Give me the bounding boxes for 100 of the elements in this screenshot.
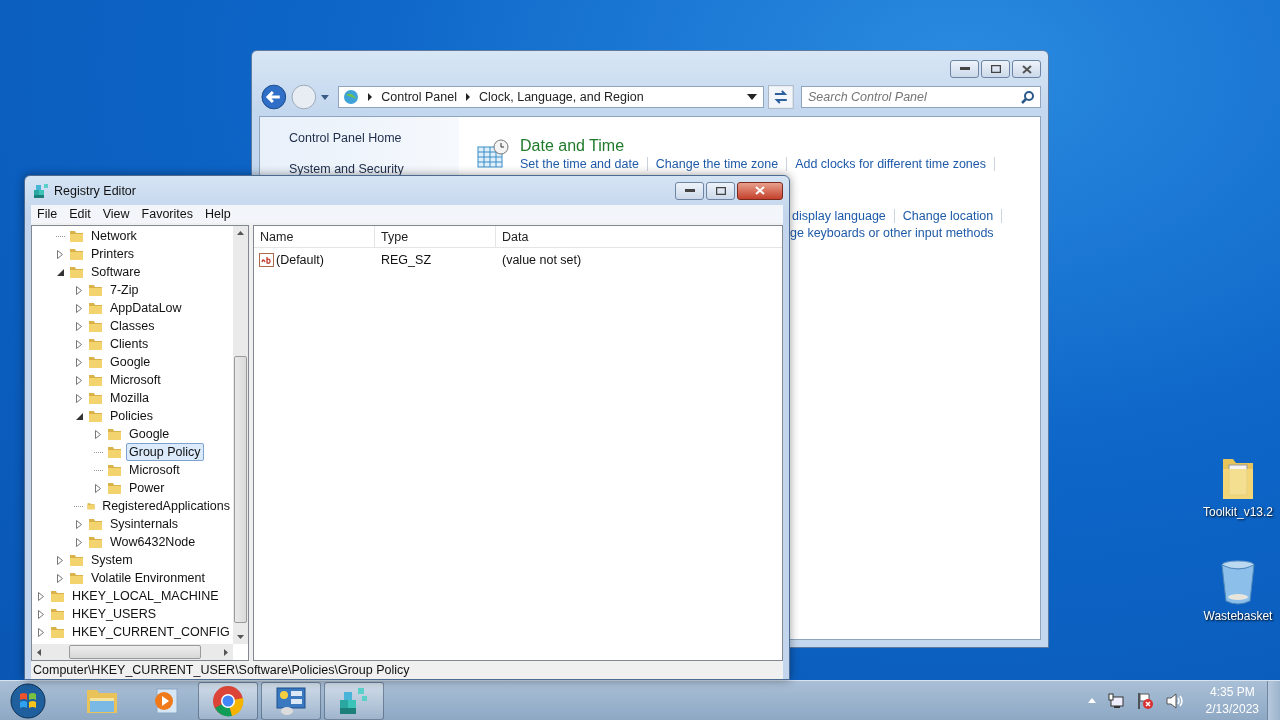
dropdown-icon[interactable] — [747, 94, 758, 100]
scroll-thumb[interactable] — [234, 356, 247, 623]
breadcrumb[interactable]: Control Panel — [381, 90, 457, 104]
caret-icon[interactable] — [320, 93, 331, 101]
breadcrumb[interactable]: Clock, Language, and Region — [479, 90, 644, 104]
browser-icon[interactable] — [212, 684, 244, 717]
scroll-left-icon[interactable] — [37, 648, 41, 656]
minimize-button[interactable] — [950, 60, 979, 78]
show-desktop-button[interactable] — [1267, 680, 1280, 720]
sidebar-link[interactable]: Control Panel Home — [289, 131, 459, 145]
collapsed-arrow-icon[interactable] — [76, 321, 82, 331]
minimize-button[interactable] — [675, 181, 704, 200]
tree-item[interactable]: Policies — [107, 407, 157, 425]
chevron-icon[interactable] — [367, 93, 374, 101]
taskbar-button[interactable] — [324, 681, 384, 720]
link[interactable]: ge keyboards or other input methods — [790, 226, 994, 240]
horizontal-scrollbar[interactable] — [32, 644, 233, 660]
vertical-scrollbar[interactable] — [233, 226, 248, 644]
desktop-icon-label[interactable]: Toolkit_v13.2 — [1202, 505, 1273, 519]
collapsed-arrow-icon[interactable] — [95, 483, 101, 493]
address-bar[interactable]: Control Panel Clock, Language, and Region — [338, 86, 765, 108]
tree-item[interactable]: Printers — [88, 245, 138, 263]
collapsed-arrow-icon[interactable] — [38, 591, 44, 601]
column-header[interactable]: Name — [254, 226, 375, 247]
taskbar-button[interactable] — [198, 681, 258, 720]
tree-item[interactable]: Software — [88, 263, 144, 281]
tree-item[interactable]: Google — [126, 425, 173, 443]
minimize-icon[interactable] — [959, 67, 970, 71]
close-button[interactable] — [737, 181, 783, 200]
expanded-arrow-icon[interactable] — [56, 268, 64, 276]
tree-item[interactable]: Google — [107, 353, 154, 371]
sidebar-link[interactable]: System and Security — [289, 162, 459, 176]
scroll-right-icon[interactable] — [224, 648, 228, 656]
collapsed-arrow-icon[interactable] — [57, 555, 63, 565]
tree-item[interactable]: System — [88, 551, 136, 569]
close-button[interactable] — [1012, 60, 1041, 78]
collapsed-arrow-icon[interactable] — [38, 627, 44, 637]
refresh-button[interactable] — [768, 85, 794, 109]
tree-item[interactable]: Mozilla — [107, 389, 152, 407]
tree-item[interactable]: Classes — [107, 317, 158, 335]
back-button[interactable] — [261, 84, 287, 110]
search-icon[interactable] — [1021, 90, 1035, 104]
tree-item[interactable]: Power — [126, 479, 168, 497]
tree-item[interactable]: Microsoft — [107, 371, 164, 389]
link[interactable]: display language — [792, 209, 886, 223]
tree-item[interactable]: AppDataLow — [107, 299, 185, 317]
link[interactable]: Change the time zone — [655, 157, 779, 171]
collapsed-arrow-icon[interactable] — [95, 429, 101, 439]
maximize-icon[interactable] — [715, 186, 726, 195]
speaker-icon[interactable] — [1165, 692, 1184, 709]
tree-item[interactable]: HKEY_CURRENT_CONFIG — [69, 623, 233, 641]
collapsed-arrow-icon[interactable] — [76, 303, 82, 313]
collapsed-arrow-icon[interactable] — [76, 285, 82, 295]
trash-icon[interactable] — [1220, 559, 1256, 605]
tree-item[interactable]: Microsoft — [126, 461, 183, 479]
tree-item[interactable]: 7-Zip — [107, 281, 142, 299]
chevron-icon[interactable] — [465, 93, 471, 101]
collapsed-arrow-icon[interactable] — [76, 393, 82, 403]
flag-icon[interactable] — [1135, 691, 1154, 710]
control-panel-icon[interactable] — [275, 685, 307, 716]
collapsed-arrow-icon[interactable] — [57, 573, 63, 583]
tree-item[interactable]: Sysinternals — [107, 515, 182, 533]
menu-item[interactable]: View — [96, 207, 136, 221]
tree-item[interactable]: RegisteredApplications — [99, 497, 233, 515]
expanded-arrow-icon[interactable] — [75, 412, 83, 420]
tree-item[interactable]: Volatile Environment — [88, 569, 208, 587]
menu-item[interactable]: File — [31, 207, 64, 221]
collapsed-arrow-icon[interactable] — [76, 519, 82, 529]
maximize-button[interactable] — [706, 181, 735, 200]
menu-item[interactable]: Edit — [63, 207, 97, 221]
collapsed-arrow-icon[interactable] — [76, 357, 82, 367]
minimize-icon[interactable] — [684, 188, 695, 193]
tree-item[interactable]: HKEY_USERS — [69, 605, 160, 623]
link[interactable]: Change location — [902, 209, 994, 223]
network-icon[interactable] — [1107, 692, 1124, 709]
maximize-icon[interactable] — [990, 65, 1001, 73]
collapsed-arrow-icon[interactable] — [38, 609, 44, 619]
maximize-button[interactable] — [981, 60, 1010, 78]
tree-item[interactable]: Group Policy — [126, 443, 204, 461]
menu-item[interactable]: Favorites — [135, 207, 199, 221]
search-field[interactable]: Search Control Panel — [801, 86, 1041, 108]
tree-item[interactable]: Wow6432Node — [107, 533, 199, 551]
category-title[interactable]: Date and Time — [520, 137, 995, 155]
tree-item[interactable]: Network — [88, 227, 140, 245]
column-header[interactable]: Data — [496, 226, 782, 247]
desktop-icon-label[interactable]: Wastebasket — [1203, 609, 1273, 623]
cubes-icon[interactable] — [338, 685, 370, 716]
start-button[interactable] — [9, 681, 47, 720]
menu-item[interactable]: Help — [199, 207, 237, 221]
close-icon[interactable] — [1021, 64, 1032, 74]
scroll-down-icon[interactable] — [237, 635, 244, 639]
collapsed-arrow-icon[interactable] — [57, 249, 63, 259]
column-header[interactable]: Type — [375, 226, 496, 247]
collapsed-arrow-icon[interactable] — [76, 537, 82, 547]
tree-item[interactable]: HKEY_LOCAL_MACHINE — [69, 587, 222, 605]
link[interactable]: Set the time and date — [520, 157, 639, 171]
tree-item[interactable]: Clients — [107, 335, 152, 353]
collapsed-arrow-icon[interactable] — [76, 339, 82, 349]
scroll-up-icon[interactable] — [237, 231, 244, 235]
taskbar-button[interactable] — [261, 681, 321, 720]
